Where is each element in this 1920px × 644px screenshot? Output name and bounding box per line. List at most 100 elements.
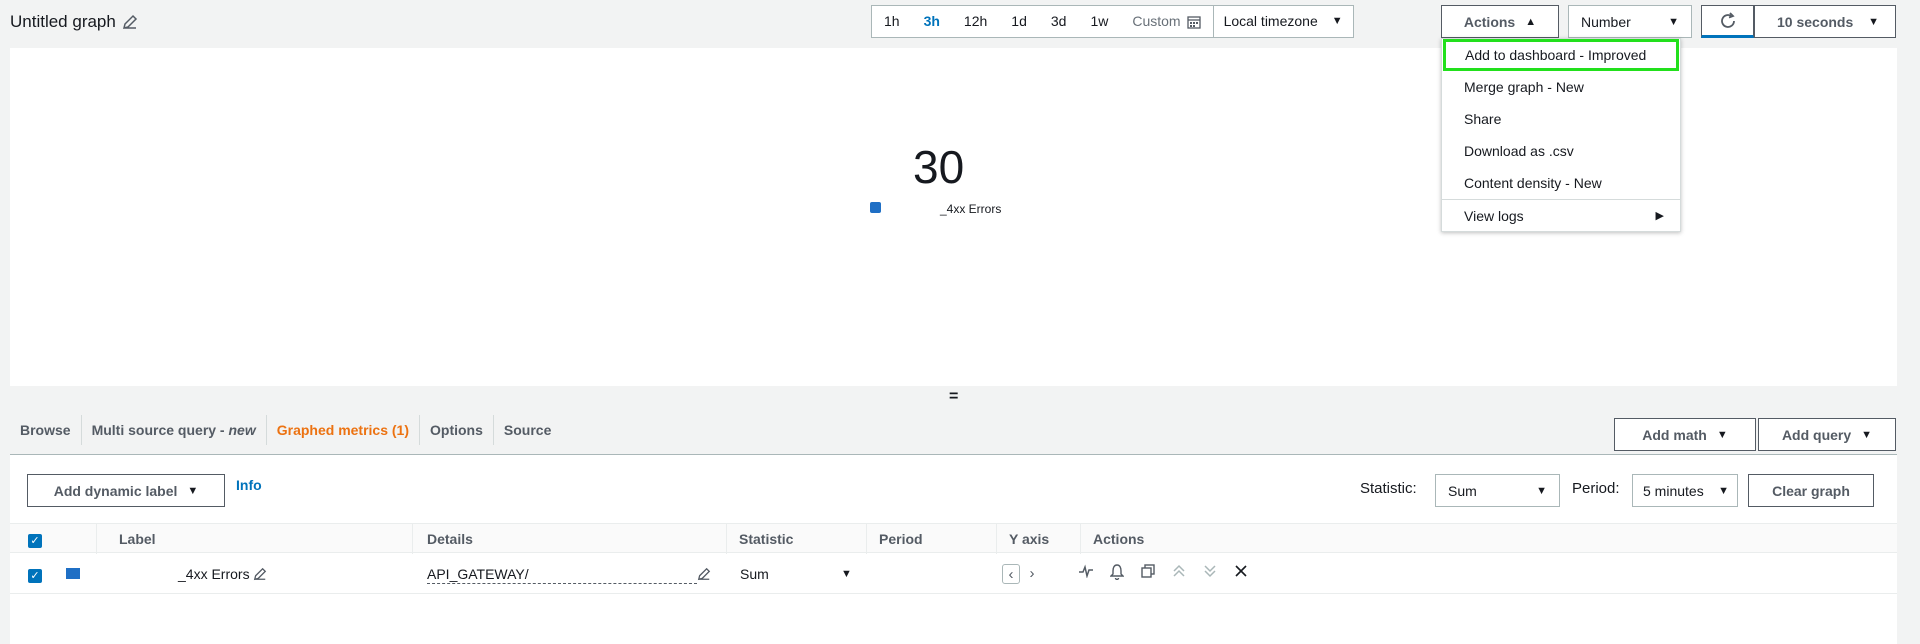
row-checkbox[interactable]: ✓ bbox=[28, 569, 42, 583]
caret-right-icon: ▶ bbox=[1655, 210, 1664, 222]
edit-label-icon[interactable] bbox=[253, 567, 267, 581]
row-details-cell: API_GATEWAY/ bbox=[427, 554, 711, 594]
menu-item-add-to-dashboard[interactable]: Add to dashboard - Improved bbox=[1443, 39, 1679, 71]
view-type-value: Number bbox=[1581, 13, 1631, 30]
time-range-selector: 1h 3h 12h 1d 3d 1w Custom Local timezone… bbox=[871, 5, 1354, 38]
caret-down-icon: ▼ bbox=[187, 484, 199, 497]
calendar-icon bbox=[1186, 15, 1201, 29]
move-up-icon[interactable] bbox=[1169, 564, 1189, 584]
info-link[interactable]: Info bbox=[236, 477, 262, 493]
time-range-1w[interactable]: 1w bbox=[1078, 6, 1120, 37]
move-down-icon[interactable] bbox=[1200, 564, 1220, 584]
tab-options[interactable]: Options bbox=[420, 415, 494, 445]
row-label: _4xx Errors bbox=[178, 566, 250, 582]
caret-down-icon: ▼ bbox=[1716, 428, 1728, 441]
clear-graph-label: Clear graph bbox=[1772, 482, 1850, 499]
metric-value: 30 bbox=[913, 141, 965, 193]
caret-down-icon: ▼ bbox=[1331, 15, 1343, 27]
table-row: ✓ _4xx Errors API_GATEWAY/ Sum ▼ ‹ › bbox=[10, 554, 1897, 594]
tab-multi-source-new: new bbox=[228, 422, 256, 438]
add-query-button[interactable]: Add query ▼ bbox=[1758, 418, 1896, 451]
row-y-axis-cell: ‹ › bbox=[1002, 554, 1042, 594]
time-range-1h[interactable]: 1h bbox=[872, 6, 912, 37]
caret-up-icon: ▲ bbox=[1525, 15, 1537, 28]
add-dynamic-label-button[interactable]: Add dynamic label ▼ bbox=[27, 474, 225, 507]
menu-item-share[interactable]: Share bbox=[1442, 103, 1680, 135]
timezone-value: Local timezone bbox=[1223, 13, 1318, 29]
row-statistic-cell[interactable]: Sum ▼ bbox=[740, 554, 860, 594]
y-axis-right-icon[interactable]: › bbox=[1022, 564, 1042, 584]
column-header-period: Period bbox=[866, 524, 996, 554]
menu-item-content-density[interactable]: Content density - New bbox=[1442, 167, 1680, 199]
tab-browse[interactable]: Browse bbox=[10, 415, 82, 445]
refresh-interval-select[interactable]: 10 seconds ▼ bbox=[1754, 5, 1896, 38]
legend-color-swatch bbox=[870, 202, 881, 213]
column-header-actions: Actions bbox=[1080, 524, 1897, 554]
period-select-value: 5 minutes bbox=[1643, 482, 1704, 499]
select-all-checkbox[interactable]: ✓ bbox=[28, 534, 42, 548]
metric-tabs: Browse Multi source query - new Graphed … bbox=[10, 404, 561, 466]
series-color-swatch[interactable] bbox=[66, 568, 80, 579]
add-math-label: Add math bbox=[1642, 426, 1707, 443]
time-range-12h[interactable]: 12h bbox=[952, 6, 999, 37]
graph-title[interactable]: Untitled graph bbox=[10, 12, 138, 32]
add-query-label: Add query bbox=[1781, 426, 1852, 443]
custom-range-button[interactable]: Custom bbox=[1120, 6, 1212, 37]
row-color-cell bbox=[66, 554, 80, 594]
add-dynamic-label-text: Add dynamic label bbox=[53, 482, 178, 499]
time-range-3h[interactable]: 3h bbox=[912, 6, 952, 37]
period-header-text: Period bbox=[879, 531, 923, 547]
actions-menu: Add to dashboard - Improved Merge graph … bbox=[1441, 38, 1681, 232]
time-range-3d[interactable]: 3d bbox=[1039, 6, 1079, 37]
y-axis-left-icon[interactable]: ‹ bbox=[1002, 564, 1020, 584]
row-details[interactable]: API_GATEWAY/ bbox=[427, 565, 697, 584]
duplicate-icon[interactable] bbox=[1138, 564, 1158, 584]
y-axis-header-text: Y axis bbox=[1009, 531, 1050, 547]
column-header-y-axis: Y axis bbox=[996, 524, 1080, 554]
resize-handle-icon[interactable]: = bbox=[949, 388, 958, 406]
statistic-select-value: Sum bbox=[1448, 482, 1477, 499]
menu-item-download-csv[interactable]: Download as .csv bbox=[1442, 135, 1680, 167]
refresh-button[interactable] bbox=[1701, 5, 1754, 38]
period-label: Period: bbox=[1572, 480, 1620, 497]
legend-label: _4xx Errors bbox=[940, 202, 1002, 216]
row-label-cell: _4xx Errors bbox=[178, 554, 267, 594]
statistic-header-text: Statistic bbox=[739, 531, 794, 547]
caret-down-icon: ▼ bbox=[1868, 15, 1879, 28]
remove-icon[interactable] bbox=[1231, 564, 1251, 584]
menu-item-merge-graph[interactable]: Merge graph - New bbox=[1442, 71, 1680, 103]
menu-item-view-logs[interactable]: View logs ▶ bbox=[1442, 199, 1680, 231]
edit-details-icon[interactable] bbox=[697, 567, 711, 581]
metrics-table-header: ✓ Label Details Statistic Period Y axis … bbox=[10, 523, 1897, 554]
time-range-1d[interactable]: 1d bbox=[999, 6, 1039, 37]
label-header-text: Label bbox=[119, 531, 156, 547]
actions-label: Actions bbox=[1463, 13, 1516, 30]
add-math-button[interactable]: Add math ▼ bbox=[1614, 418, 1756, 451]
column-header-label: Label bbox=[96, 524, 412, 554]
caret-down-icon: ▼ bbox=[1668, 15, 1679, 28]
period-select[interactable]: 5 minutes ▼ bbox=[1632, 474, 1738, 507]
row-checkbox-cell: ✓ bbox=[28, 554, 42, 594]
timezone-select[interactable]: Local timezone ▼ bbox=[1212, 6, 1353, 37]
actions-header-text: Actions bbox=[1093, 531, 1145, 547]
edit-title-icon[interactable] bbox=[122, 14, 138, 30]
row-statistic: Sum bbox=[740, 566, 769, 582]
tab-graphed-metrics[interactable]: Graphed metrics (1) bbox=[266, 415, 421, 466]
select-all-cell: ✓ bbox=[10, 524, 96, 554]
view-type-select[interactable]: Number ▼ bbox=[1568, 5, 1692, 38]
custom-range-label: Custom bbox=[1132, 13, 1181, 29]
graph-title-text: Untitled graph bbox=[10, 12, 116, 31]
clear-graph-button[interactable]: Clear graph bbox=[1748, 474, 1874, 507]
row-actions-cell bbox=[1076, 554, 1251, 594]
anomaly-detection-icon[interactable] bbox=[1076, 564, 1096, 584]
tab-source[interactable]: Source bbox=[494, 415, 561, 445]
refresh-icon bbox=[1720, 11, 1735, 28]
statistic-label: Statistic: bbox=[1360, 480, 1417, 497]
caret-down-icon: ▼ bbox=[1718, 484, 1729, 497]
alarm-bell-icon[interactable] bbox=[1107, 564, 1127, 584]
actions-button[interactable]: Actions ▲ bbox=[1441, 5, 1559, 38]
tab-multi-source-query[interactable]: Multi source query - new bbox=[82, 415, 267, 445]
statistic-select[interactable]: Sum ▼ bbox=[1435, 474, 1560, 507]
refresh-interval-value: 10 seconds bbox=[1777, 13, 1854, 30]
tab-multi-source-label: Multi source query - bbox=[91, 422, 229, 438]
